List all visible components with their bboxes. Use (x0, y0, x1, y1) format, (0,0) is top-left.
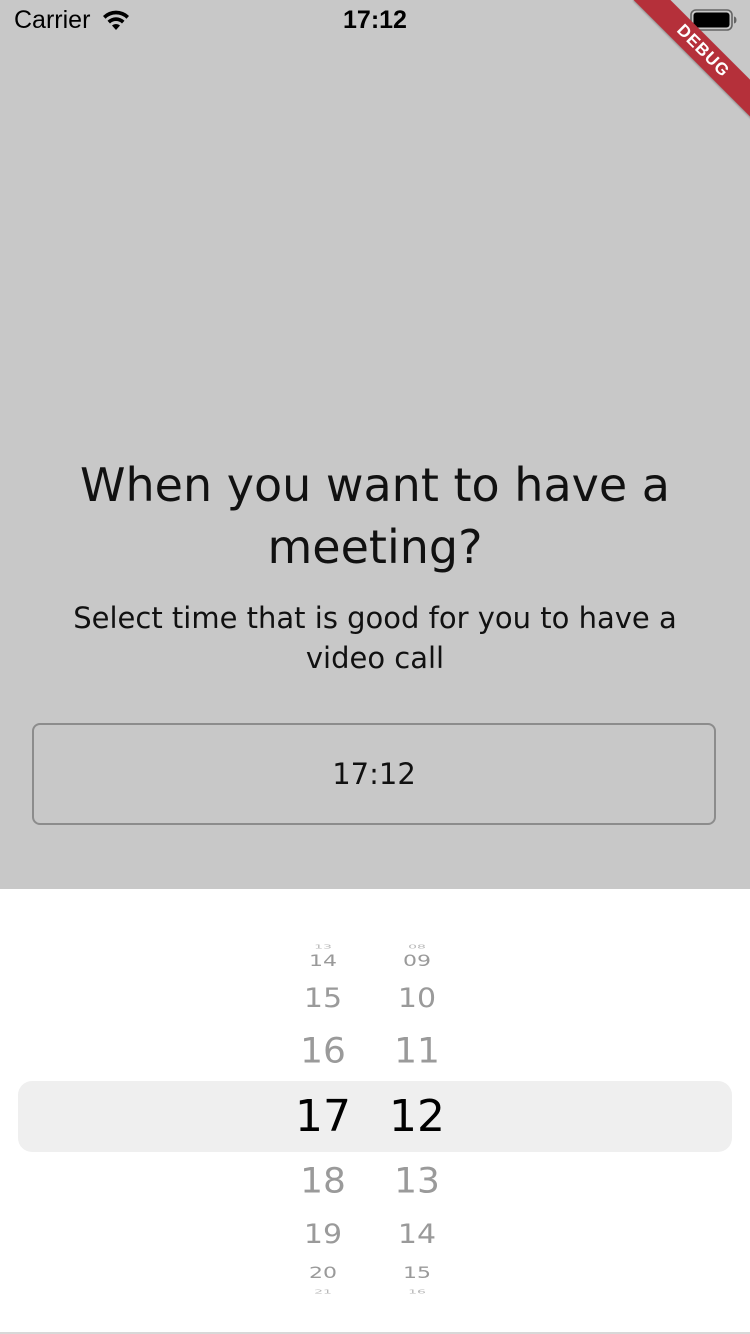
minute-option[interactable]: 09 (372, 953, 462, 971)
status-bar: Carrier 17:12 (0, 0, 750, 40)
page-subtitle: Select time that is good for you to have… (73, 601, 677, 675)
minute-wheel[interactable]: 08 09 10 11 12 13 14 15 16 (372, 889, 462, 1334)
minute-option[interactable]: 15 (372, 1265, 462, 1283)
time-picker-sheet: 13 14 15 16 17 18 19 20 21 08 09 10 11 12 13 14 15 16 (0, 889, 750, 1334)
minute-option[interactable]: 13 (372, 1162, 462, 1202)
hour-option[interactable]: 19 (278, 1219, 368, 1251)
minute-option[interactable]: 08 (372, 944, 462, 950)
minute-option[interactable]: 11 (372, 1032, 462, 1072)
page-title: When you want to have a meeting? (80, 458, 670, 574)
hour-option[interactable]: 16 (278, 1032, 368, 1072)
time-field-button[interactable]: 17:12 (32, 723, 716, 825)
hour-option[interactable]: 13 (278, 944, 368, 950)
hour-option[interactable]: 14 (278, 953, 368, 971)
minute-option[interactable]: 16 (372, 1289, 462, 1295)
minute-option[interactable]: 12 (372, 1091, 462, 1142)
hour-option[interactable]: 21 (278, 1289, 368, 1295)
hour-wheel[interactable]: 13 14 15 16 17 18 19 20 21 (278, 889, 368, 1334)
minute-option[interactable]: 10 (372, 983, 462, 1015)
time-field-value: 17:12 (332, 757, 416, 791)
hour-option[interactable]: 17 (278, 1091, 368, 1142)
hour-option[interactable]: 18 (278, 1162, 368, 1202)
hour-option[interactable]: 15 (278, 983, 368, 1015)
app-screen: Carrier 17:12 DEBUG When you want to hav… (0, 0, 750, 1334)
hour-option[interactable]: 20 (278, 1265, 368, 1283)
minute-option[interactable]: 14 (372, 1219, 462, 1251)
status-time: 17:12 (343, 6, 407, 34)
